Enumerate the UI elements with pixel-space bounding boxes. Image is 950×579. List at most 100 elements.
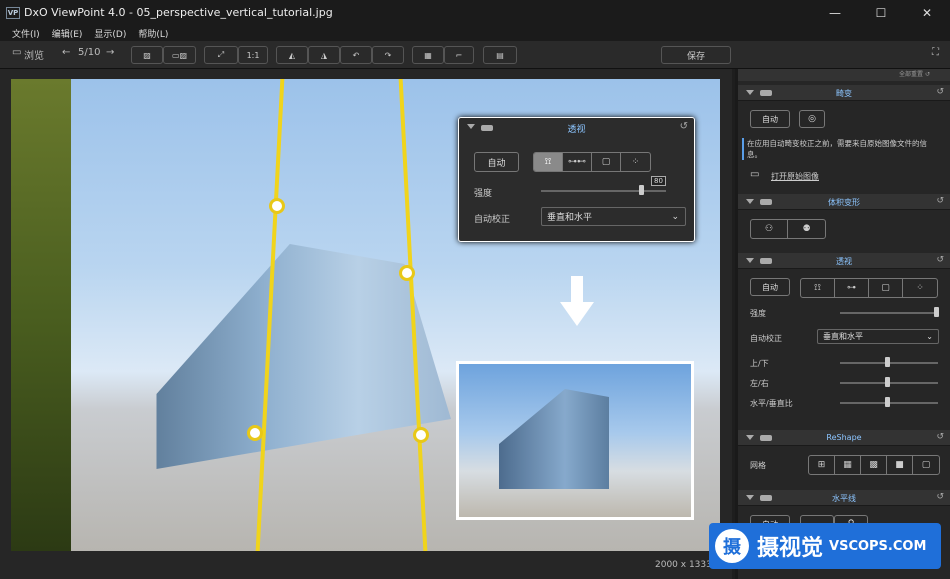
corrected-preview — [456, 361, 694, 520]
perspective-auto-button[interactable]: 自动 — [750, 278, 790, 296]
window-title: DxO ViewPoint 4.0 - 05_perspective_verti… — [24, 6, 333, 19]
left-right-knob[interactable] — [885, 377, 890, 387]
autocorrect-label: 自动校正 — [750, 334, 782, 343]
popup-autocorrect-label: 自动校正 — [474, 215, 511, 225]
eight-point-mode-icon[interactable]: ⁘ — [621, 153, 650, 171]
horizon-tool-icon[interactable]: ↷ — [372, 46, 404, 64]
browse-button[interactable]: 浏览 — [24, 47, 44, 62]
preview-building — [499, 389, 609, 489]
rotate-tool-icon[interactable]: ↶ — [340, 46, 372, 64]
grid-fill-icon[interactable]: ■ — [887, 456, 913, 474]
autocorrect-value: 垂直和水平 — [823, 332, 863, 341]
fullscreen-icon[interactable]: ⛶ — [932, 47, 939, 58]
ratio-label: 水平/垂直比 — [750, 399, 793, 408]
left-right-label: 左/右 — [750, 379, 769, 388]
reset-icon[interactable]: ↺ — [936, 87, 944, 97]
maximize-button[interactable]: ☐ — [858, 0, 904, 25]
split-view-icon[interactable]: ▭▨ — [163, 46, 196, 64]
prev-image-button[interactable]: ← — [62, 47, 70, 58]
minimize-button[interactable]: — — [812, 0, 858, 25]
menu-file[interactable]: 文件(I) — [12, 27, 40, 40]
perspective-header[interactable]: 透视 ↺ — [738, 253, 950, 269]
strength-slider[interactable] — [840, 312, 938, 314]
horizontal-mode-icon[interactable]: ⊶⊷ — [563, 153, 592, 171]
horizontal-mode-icon[interactable]: ⊶ — [835, 279, 869, 297]
distortion-header[interactable]: 畸变 ↺ — [738, 85, 950, 101]
guide-handle-bottom-left[interactable] — [247, 425, 263, 441]
eight-point-mode-icon[interactable]: ⁘ — [903, 279, 937, 297]
up-down-label: 上/下 — [750, 359, 769, 368]
grid-2x2-icon[interactable]: ⊞ — [809, 456, 835, 474]
strength-label: 强度 — [750, 309, 766, 318]
watermark: 摄 摄视觉 VSCOPS.COM — [709, 523, 941, 569]
volume-tool-icon[interactable]: ◮ — [308, 46, 340, 64]
close-button[interactable]: ✕ — [904, 0, 950, 25]
next-image-button[interactable]: → — [106, 47, 114, 58]
popup-strength-knob[interactable] — [639, 185, 644, 195]
reset-icon[interactable]: ↺ — [680, 121, 688, 132]
open-raw-link[interactable]: 打开原始图像 — [771, 171, 819, 182]
lens-icon[interactable]: ◎ — [799, 110, 825, 128]
popup-strength-label: 强度 — [474, 189, 493, 199]
reset-all-label: 全部重置 — [899, 71, 924, 78]
app-logo: VP — [6, 6, 20, 19]
rectangle-mode-icon[interactable]: ▢ — [869, 279, 903, 297]
vertical-mode-icon[interactable]: ⟟⟟ — [534, 153, 563, 171]
grid-none-icon[interactable]: ▢ — [913, 456, 939, 474]
tree-foliage — [11, 79, 71, 551]
distortion-title: 畸变 — [836, 89, 852, 98]
popup-autocorrect-value: 垂直和水平 — [547, 213, 593, 223]
menu-edit[interactable]: 编辑(E) — [52, 27, 83, 40]
up-down-knob[interactable] — [885, 357, 890, 367]
menu-view[interactable]: 显示(D) — [94, 27, 126, 40]
grid-icon[interactable]: ▦ — [412, 46, 444, 64]
rectangle-mode-icon[interactable]: ▢ — [592, 153, 621, 171]
volume-person-icon[interactable]: ⚉ — [788, 220, 825, 238]
reset-icon[interactable]: ↺ — [936, 492, 944, 502]
menu-bar: 文件(I) 编辑(E) 显示(D) 帮助(L) — [0, 25, 950, 41]
horizon-header[interactable]: 水平线 ↺ — [738, 490, 950, 506]
sidebar: 全部重置 ↺ 畸变 ↺ 自动 ◎ 在应用自动畸变校正之前，需要来自原始图像文件的信… — [735, 69, 950, 579]
crop-icon[interactable]: ⌐ — [444, 46, 474, 64]
guide-handle-top-left[interactable] — [269, 198, 285, 214]
grid-label: 网格 — [750, 461, 766, 470]
grid-3x3-icon[interactable]: ▦ — [835, 456, 861, 474]
menu-help[interactable]: 帮助(L) — [138, 27, 168, 40]
chevron-down-icon: ⌄ — [926, 332, 933, 341]
volume-header[interactable]: 体积变形 ↺ — [738, 194, 950, 210]
title-bar: VP DxO ViewPoint 4.0 - 05_perspective_ve… — [0, 0, 950, 25]
guide-handle-bottom-right[interactable] — [413, 427, 429, 443]
reset-all-button[interactable]: 全部重置 ↺ — [738, 69, 950, 81]
history-icon[interactable]: ▤ — [483, 46, 517, 64]
compare-before-icon[interactable]: ▨ — [131, 46, 163, 64]
autocorrect-select[interactable]: 垂直和水平 ⌄ — [817, 329, 939, 344]
grid-4x4-icon[interactable]: ▩ — [861, 456, 887, 474]
popup-autocorrect-select[interactable]: 垂直和水平 ⌄ — [541, 207, 686, 226]
volume-title: 体积变形 — [828, 198, 860, 207]
perspective-tool-icon[interactable]: ◭ — [276, 46, 308, 64]
fit-screen-icon[interactable]: ⤢ — [204, 46, 238, 64]
popup-strength-slider[interactable] — [541, 190, 666, 192]
watermark-logo-icon: 摄 — [715, 529, 749, 563]
volume-group-icon[interactable]: ⚇ — [751, 220, 788, 238]
guide-handle-top-right[interactable] — [399, 265, 415, 281]
folder-icon[interactable]: ▭ — [12, 47, 21, 58]
popup-auto-button[interactable]: 自动 — [474, 152, 519, 172]
save-button[interactable]: 保存 — [661, 46, 731, 64]
strength-knob[interactable] — [934, 307, 939, 317]
ratio-knob[interactable] — [885, 397, 890, 407]
image-counter: 5/10 — [78, 47, 101, 58]
perspective-popup: 透视 ↺ 自动 ⟟⟟ ⊶⊷ ▢ ⁘ 强度 80 自动校正 垂直和水平 ⌄ — [458, 117, 695, 242]
zoom-100-button[interactable]: 1:1 — [238, 46, 268, 64]
reset-icon[interactable]: ↺ — [936, 432, 944, 442]
popup-title: 透视 — [567, 124, 586, 135]
distortion-auto-button[interactable]: 自动 — [750, 110, 790, 128]
reshape-header[interactable]: ReShape ↺ — [738, 430, 950, 446]
open-folder-icon: ▭ — [750, 169, 760, 180]
down-arrow-icon — [560, 276, 594, 326]
reset-icon[interactable]: ↺ — [936, 255, 944, 265]
distortion-info: 在应用自动畸变校正之前，需要来自原始图像文件的信息。 — [742, 138, 932, 160]
vertical-mode-icon[interactable]: ⟟⟟ — [801, 279, 835, 297]
reset-icon[interactable]: ↺ — [936, 196, 944, 206]
glass-building — [156, 244, 451, 469]
